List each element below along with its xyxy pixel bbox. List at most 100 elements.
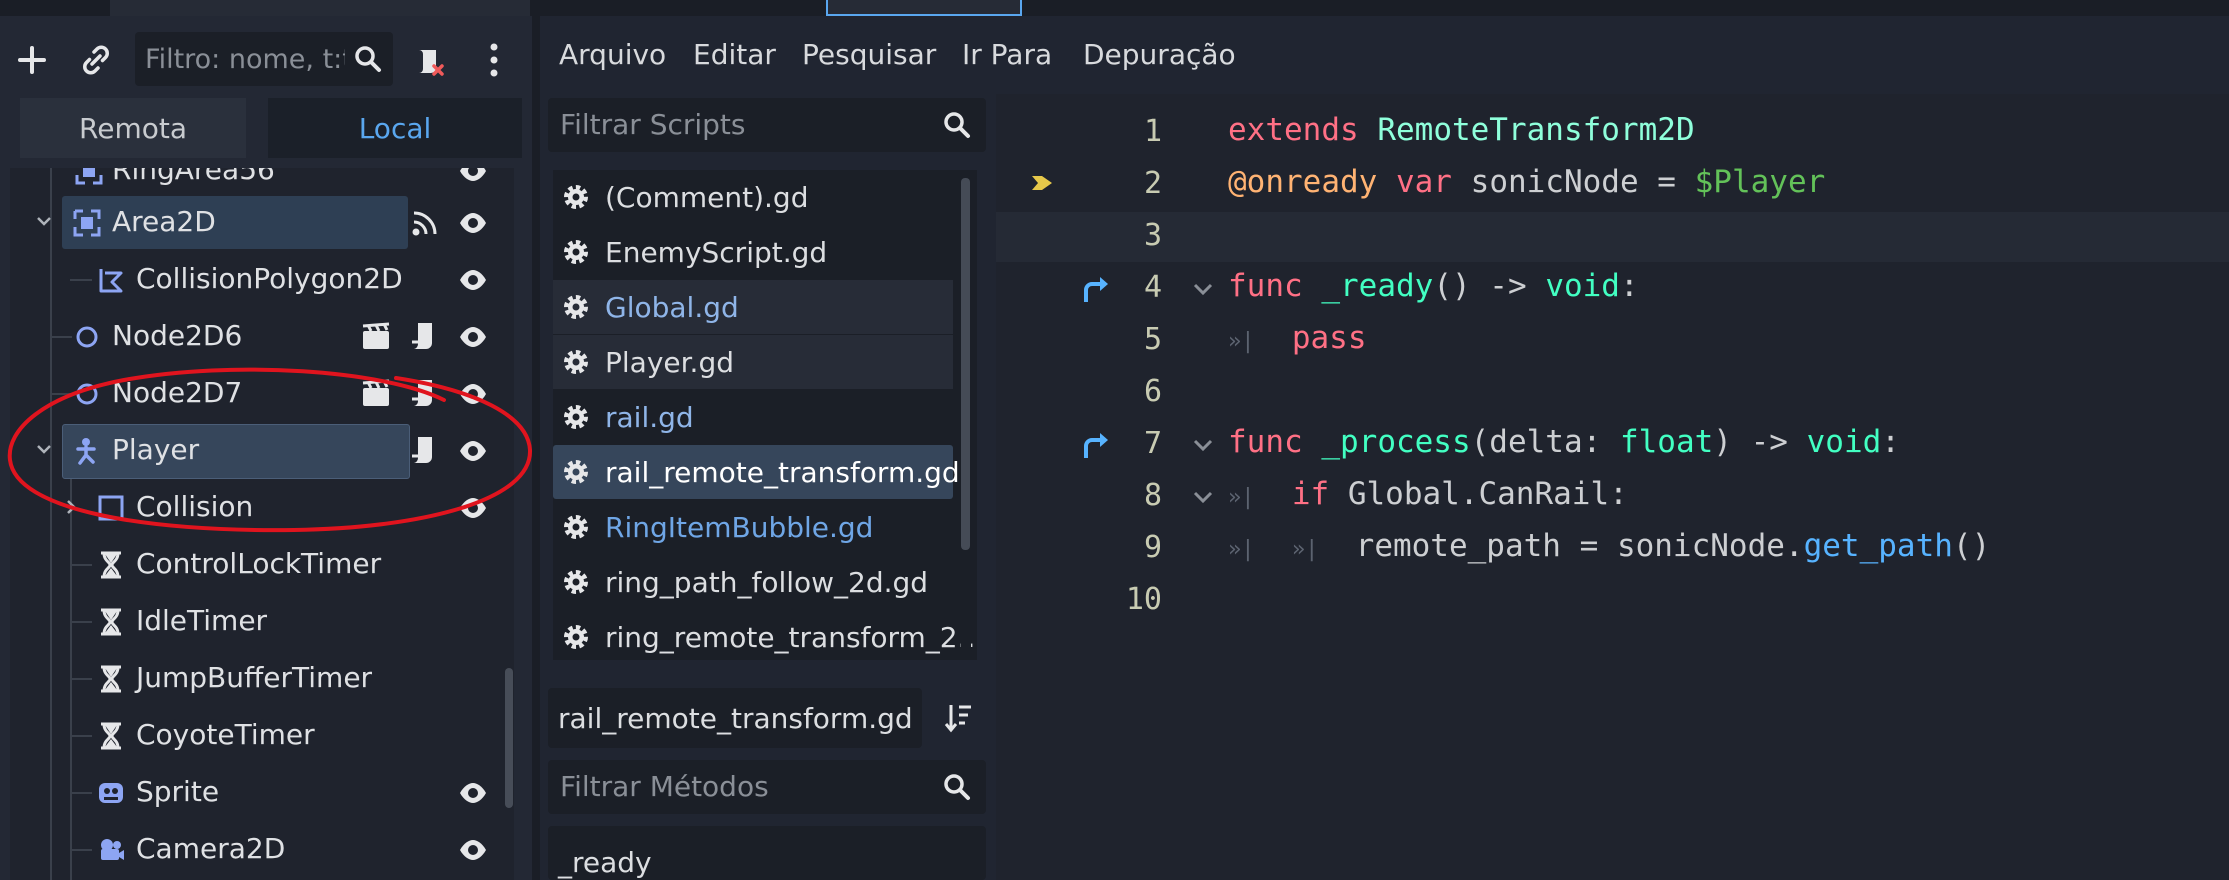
tree-item-controllocktimer[interactable]: ControlLockTimer — [10, 536, 510, 593]
tree-guide — [70, 621, 92, 623]
code-line-8[interactable]: »| if Global.CanRail: — [1228, 476, 1628, 528]
visibility-eye-icon[interactable] — [458, 322, 488, 352]
keyword-token: func — [1228, 424, 1303, 460]
sort-methods-button[interactable] — [932, 688, 986, 748]
code-line-9[interactable]: »| »| remote_path = sonicNode.get_path() — [1228, 528, 1990, 580]
current-script-name: rail_remote_transform.gd — [548, 688, 922, 748]
execution-arrow-icon — [1032, 176, 1052, 190]
menu-depuracao[interactable]: Depuração — [1083, 38, 1236, 71]
tab-remote[interactable]: Remota — [20, 98, 246, 158]
tree-guide — [70, 564, 92, 566]
tree-item-node2d6[interactable]: Node2D6 — [10, 308, 510, 365]
signal-icon[interactable] — [410, 208, 440, 238]
search-icon — [944, 774, 970, 800]
method-list: _ready — [548, 826, 986, 880]
menu-editar[interactable]: Editar — [693, 38, 776, 71]
scene-instance-icon[interactable] — [360, 322, 392, 352]
code-line-2[interactable]: @onready var sonicNode = $Player — [1228, 164, 1825, 216]
line-number: 6 — [1143, 374, 1162, 409]
gear-icon — [564, 460, 588, 484]
search-icon — [355, 46, 381, 72]
tree-guide — [70, 792, 92, 794]
script-item[interactable]: EnemyScript.gd — [553, 225, 953, 279]
script-filter-field[interactable]: Filtrar Scripts — [548, 98, 986, 152]
script-item[interactable]: RingItemBubble.gd — [553, 500, 953, 554]
keyword-token: var — [1395, 164, 1452, 200]
script-list-scrollbar-thumb[interactable] — [961, 178, 970, 550]
fold-chevron-icon[interactable] — [1190, 276, 1216, 302]
fold-chevron-icon[interactable] — [1190, 484, 1216, 510]
visibility-eye-icon[interactable] — [458, 835, 488, 865]
script-item[interactable]: (Comment).gd — [553, 170, 953, 224]
instance-scene-button[interactable] — [76, 40, 116, 80]
gear-icon — [564, 625, 588, 649]
tab-local[interactable]: Local — [268, 98, 522, 158]
visibility-eye-icon[interactable] — [458, 265, 488, 295]
menu-arquivo[interactable]: Arquivo — [559, 38, 666, 71]
search-icon — [944, 112, 970, 138]
tree-guide — [70, 279, 92, 281]
punctuation-token: : — [1619, 268, 1639, 304]
code-line-7[interactable]: func _process(delta: float) -> void: — [1228, 424, 1900, 476]
visibility-eye-icon[interactable] — [458, 208, 488, 238]
add-node-button[interactable] — [12, 40, 52, 80]
code-line-5[interactable]: »| pass — [1228, 320, 1366, 372]
sort-icon — [944, 705, 971, 733]
script-item[interactable]: rail.gd — [553, 390, 953, 444]
tree-item-jumpbuffertimer[interactable]: JumpBufferTimer — [10, 650, 510, 707]
script-item-label: rail_remote_transform.gd — [605, 456, 960, 489]
visibility-eye-icon[interactable] — [458, 778, 488, 808]
identifier-token: Global.CanRail: — [1347, 476, 1628, 512]
tree-item-camera2d[interactable]: Camera2D — [10, 821, 510, 878]
script-item[interactable]: Global.gd — [553, 280, 953, 334]
visibility-eye-icon[interactable] — [458, 168, 488, 186]
keyword-token: extends — [1228, 112, 1359, 148]
timer-icon — [101, 608, 121, 636]
code-line-1[interactable]: extends RemoteTransform2D — [1228, 112, 1695, 164]
script-item-label: ring_path_follow_2d.gd — [605, 566, 929, 599]
menu-ir-para[interactable]: Ir Para — [962, 38, 1052, 71]
chevron-down-icon[interactable] — [36, 216, 52, 228]
tree-item-collisionpolygon2d[interactable]: CollisionPolygon2D — [10, 251, 510, 308]
code-line-4[interactable]: func _ready() -> void: — [1228, 268, 1639, 320]
area-icon — [73, 209, 101, 237]
tree-item-label: RingArea56 — [112, 168, 275, 186]
script-icon[interactable] — [408, 320, 438, 354]
tree-item-idletimer[interactable]: IdleTimer — [10, 593, 510, 650]
more-options-button[interactable] — [474, 38, 514, 82]
active-editor-tab[interactable] — [826, 0, 1022, 16]
identifier-token: sonicNode = — [1470, 164, 1676, 200]
script-item-label: ring_remote_transform_2... — [605, 621, 977, 654]
gear-icon — [564, 570, 588, 594]
script-item[interactable]: Player.gd — [553, 335, 953, 389]
fold-chevron-icon[interactable] — [1190, 432, 1216, 458]
method-filter-field[interactable]: Filtrar Métodos — [548, 760, 986, 814]
detach-script-button[interactable] — [408, 40, 452, 84]
tree-item-area2d[interactable]: Area2D — [10, 194, 510, 251]
script-menu-bar — [540, 16, 2229, 96]
line-number: 8 — [1143, 478, 1162, 513]
line-number: 9 — [1143, 530, 1162, 565]
scene-filter-input[interactable] — [145, 42, 345, 76]
line-number: 3 — [1143, 218, 1162, 253]
override-method-icon[interactable] — [1080, 430, 1112, 460]
menu-pesquisar[interactable]: Pesquisar — [802, 38, 936, 71]
tree-item-label: Sprite — [136, 775, 220, 808]
tree-guide — [70, 678, 92, 680]
tree-item-sprite[interactable]: Sprite — [10, 764, 510, 821]
scene-tree-scrollbar-thumb[interactable] — [505, 668, 513, 808]
script-item[interactable]: ring_path_follow_2d.gd — [553, 555, 953, 609]
scene-tab[interactable] — [110, 0, 530, 16]
tree-item-label: Camera2D — [136, 832, 286, 865]
method-filter-placeholder: Filtrar Métodos — [560, 770, 769, 803]
override-method-icon[interactable] — [1080, 274, 1112, 304]
scene-filter-field[interactable] — [135, 32, 393, 86]
method-item[interactable]: _ready — [558, 846, 652, 879]
script-item-selected[interactable]: rail_remote_transform.gd — [553, 445, 960, 499]
script-filter-placeholder: Filtrar Scripts — [560, 108, 746, 141]
gear-icon — [564, 405, 588, 429]
tree-item-coyotetimer[interactable]: CoyoteTimer — [10, 707, 510, 764]
script-item[interactable]: ring_remote_transform_2... — [553, 610, 977, 660]
method-call-token: get_path — [1803, 528, 1953, 564]
top-tab-strip — [0, 0, 2229, 16]
